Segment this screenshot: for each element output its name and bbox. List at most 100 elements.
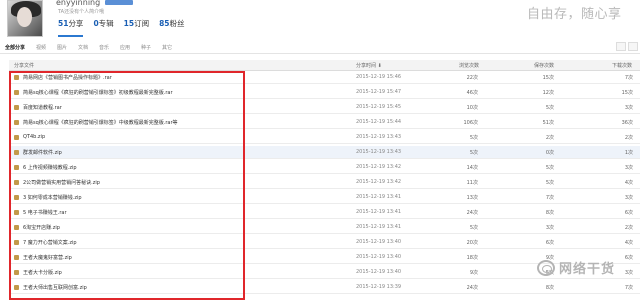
save-count: 2次: [545, 135, 554, 141]
view-count: 20次: [466, 240, 478, 246]
share-time: 2015-12-19 15:47: [356, 89, 402, 95]
file-name[interactable]: 3 如何零成本营销赚钱.zip: [23, 194, 82, 201]
view-count: 22次: [466, 75, 478, 81]
file-name[interactable]: 王者大魔鬼好富营.zip: [23, 254, 72, 261]
file-name[interactable]: 群发邮件软件.zip: [23, 149, 62, 156]
file-type-icon: [14, 270, 19, 275]
file-name[interactable]: 5 电子书赚钱王.rar: [23, 209, 67, 216]
tab-other[interactable]: 其它: [162, 44, 172, 51]
view-count: 24次: [466, 285, 478, 291]
view-count: 9次: [469, 270, 478, 276]
share-time: 2015-12-19 15:45: [356, 104, 402, 110]
file-type-icon: [14, 120, 19, 125]
file-type-icon: [14, 255, 19, 260]
header-views[interactable]: 浏览次数: [459, 62, 479, 69]
table-row[interactable]: 简易网店《营销图书产品操作标题》.rar 2015-12-19 15:46 22次 1…: [9, 71, 640, 84]
save-count: 6次: [545, 240, 554, 246]
category-tabs: 全部分享 视频 图片 文档 音乐 应用 种子 其它: [0, 42, 640, 54]
profile-stats: 51分享 0专辑 15订阅 85粉丝: [58, 18, 185, 37]
file-name[interactable]: 简易sq核心课程《疯狂的刷营销引爆标签》初级教程最新完整版.rar: [23, 89, 173, 96]
tab-video[interactable]: 视频: [36, 44, 46, 51]
user-bio: TA还没有个人简介哦: [58, 9, 105, 15]
file-name[interactable]: 7 魔力开心营销文案.zip: [23, 239, 77, 246]
download-count: 2次: [624, 135, 633, 141]
header-saves[interactable]: 保存次数: [534, 62, 554, 69]
file-type-icon: [14, 240, 19, 245]
save-count: 15次: [542, 75, 554, 81]
table-row[interactable]: 简易sq核心课程《疯狂的刷营销引爆标签》初级教程最新完整版.rar 2015-12…: [9, 86, 640, 99]
save-count: 5次: [545, 105, 554, 111]
file-name[interactable]: 王者大卡分版.zip: [23, 269, 62, 276]
view-count: 5次: [469, 225, 478, 231]
table-row[interactable]: 6淘宝开店赚.zip 2015-12-19 13:41 5次 3次 2次: [9, 221, 640, 234]
tab-image[interactable]: 图片: [57, 44, 67, 51]
username[interactable]: enyyinning: [56, 0, 100, 8]
table-row[interactable]: 3 如何零成本营销赚钱.zip 2015-12-19 13:41 13次 7次 3次: [9, 191, 640, 204]
save-count: 12次: [542, 90, 554, 96]
file-type-icon: [14, 285, 19, 290]
stat-shares[interactable]: 51分享: [58, 18, 84, 37]
file-name[interactable]: 简易sq核心课程《疯狂的刷营销引爆标签》中级教程最新完整版.rar等: [23, 119, 178, 126]
tab-music[interactable]: 音乐: [99, 44, 109, 51]
file-type-icon: [14, 180, 19, 185]
file-name[interactable]: 百度知道教程.rar: [23, 104, 62, 111]
tab-torrent[interactable]: 种子: [141, 44, 151, 51]
grid-view-icon[interactable]: [616, 42, 626, 51]
file-type-icon: [14, 225, 19, 230]
download-count: 7次: [624, 75, 633, 81]
save-count: 3次: [545, 225, 554, 231]
table-row[interactable]: 6 上传视频赚钱教程.zip 2015-12-19 13:42 14次 5次 3次: [9, 161, 640, 174]
header-downloads[interactable]: 下载次数: [612, 62, 632, 69]
view-count: 24次: [466, 210, 478, 216]
save-count: 8次: [545, 210, 554, 216]
save-count: 5次: [545, 165, 554, 171]
watermark: 网络干货: [537, 258, 615, 277]
tab-all[interactable]: 全部分享: [5, 44, 25, 51]
share-time: 2015-12-19 13:41: [356, 194, 402, 200]
download-count: 36次: [621, 120, 633, 126]
view-count: 5次: [469, 150, 478, 156]
file-type-icon: [14, 150, 19, 155]
file-name[interactable]: 6淘宝开店赚.zip: [23, 224, 60, 231]
file-name[interactable]: 简易网店《营销图书产品操作标题》.rar: [23, 74, 112, 81]
view-count: 46次: [466, 90, 478, 96]
file-name[interactable]: QT4b.zip: [23, 134, 45, 140]
view-count: 18次: [466, 255, 478, 261]
stat-albums[interactable]: 0专辑: [93, 18, 113, 37]
file-type-icon: [14, 135, 19, 140]
save-count: 51次: [542, 120, 554, 126]
view-count: 14次: [466, 165, 478, 171]
save-count: 0次: [545, 150, 554, 156]
download-count: 15次: [621, 90, 633, 96]
table-row[interactable]: 7 魔力开心营销文案.zip 2015-12-19 13:40 20次 6次 4次: [9, 236, 640, 249]
header-file[interactable]: 分享文件: [14, 62, 34, 69]
list-view-icon[interactable]: [628, 42, 638, 51]
file-name[interactable]: 王者大师出售互联网创富.zip: [23, 284, 87, 291]
stat-followers[interactable]: 85粉丝: [159, 18, 184, 37]
table-row[interactable]: 王者大师出售互联网创富.zip 2015-12-19 13:39 24次 8次 7次: [9, 281, 640, 294]
download-count: 7次: [624, 285, 633, 291]
share-time: 2015-12-19 13:41: [356, 209, 402, 215]
table-row[interactable]: 群发邮件软件.zip 2015-12-19 13:43 5次 0次 1次: [9, 146, 640, 159]
view-count: 11次: [466, 180, 478, 186]
share-time: 2015-12-19 13:42: [356, 179, 402, 185]
file-name[interactable]: 6 上传视频赚钱教程.zip: [23, 164, 77, 171]
download-count: 3次: [624, 165, 633, 171]
download-count: 2次: [624, 225, 633, 231]
table-row[interactable]: 5 电子书赚钱王.rar 2015-12-19 13:41 24次 8次 6次: [9, 206, 640, 219]
watermark-text: 网络干货: [559, 262, 616, 277]
download-count: 4次: [624, 180, 633, 186]
slogan: 自由存，随心享: [527, 7, 622, 22]
table-row[interactable]: 2公司做营销实用营销问答秘诀.zip 2015-12-19 13:42 11次 5次 4…: [9, 176, 640, 189]
avatar[interactable]: [7, 0, 43, 37]
tab-document[interactable]: 文档: [78, 44, 88, 51]
table-row[interactable]: 简易sq核心课程《疯狂的刷营销引爆标签》中级教程最新完整版.rar等 2015-1…: [9, 116, 640, 129]
stat-subscriptions[interactable]: 15订阅: [124, 18, 149, 37]
view-count: 10次: [466, 105, 478, 111]
header-time[interactable]: 分享时间 ⬇: [356, 62, 382, 69]
file-name[interactable]: 2公司做营销实用营销问答秘诀.zip: [23, 179, 100, 186]
table-row[interactable]: 百度知道教程.rar 2015-12-19 15:45 10次 5次 3次: [9, 101, 640, 114]
file-type-icon: [14, 195, 19, 200]
table-row[interactable]: QT4b.zip 2015-12-19 13:43 5次 2次 2次: [9, 131, 640, 144]
tab-app[interactable]: 应用: [120, 44, 130, 51]
